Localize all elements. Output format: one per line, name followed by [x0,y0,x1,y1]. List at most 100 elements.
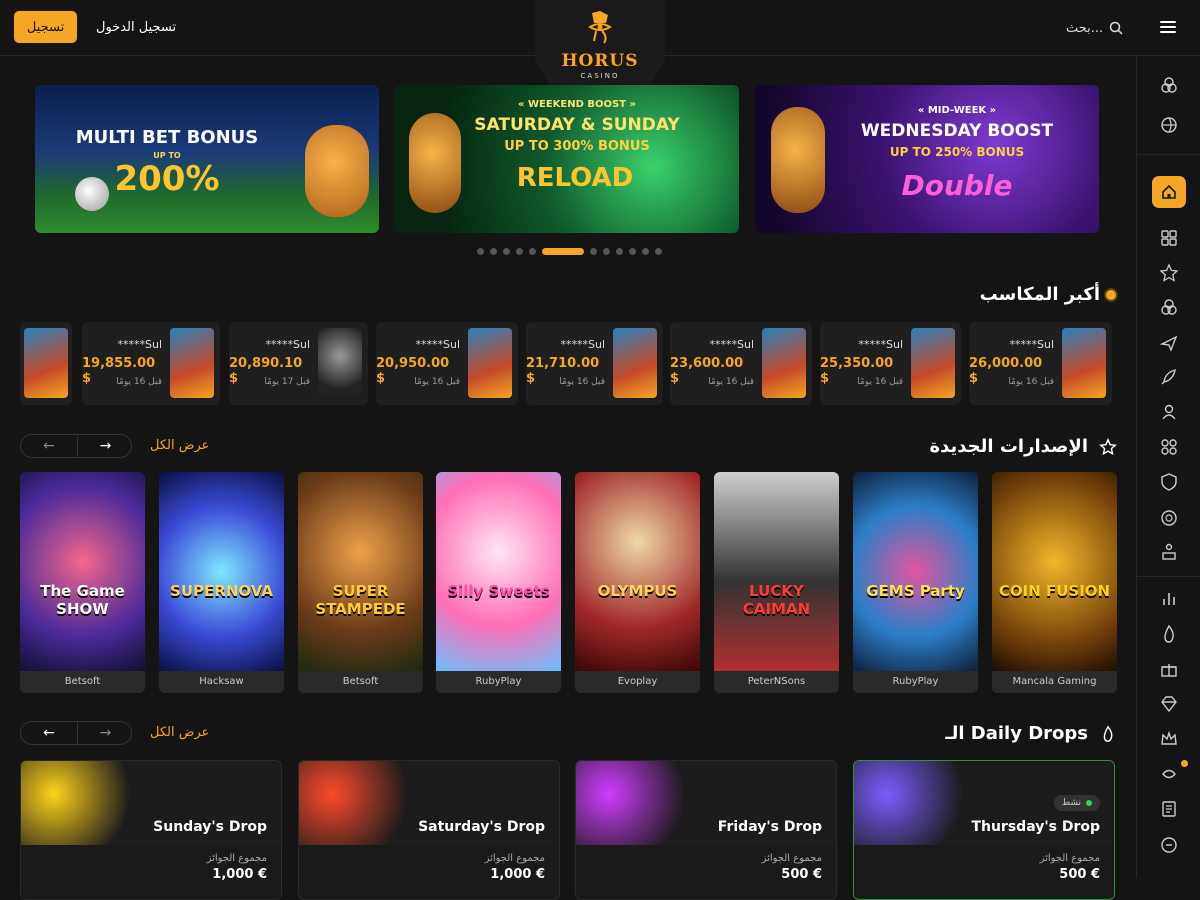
login-button[interactable]: تسجيل الدخول [96,11,176,43]
banner-multi-bet[interactable]: MULTI BET BONUS UP TO 200% [35,85,379,233]
roulette-icon[interactable] [1159,508,1179,528]
banner-headline: WEDNESDAY BOOST [860,121,1054,141]
carousel-dot[interactable] [490,248,497,255]
carousel-dot[interactable] [590,248,597,255]
win-ago: قبل 16 يومًا [1008,377,1054,387]
game-provider: Mancala Gaming [992,671,1117,693]
game-thumbnail [170,328,214,398]
search-icon [1109,21,1123,35]
dealer-icon[interactable] [1159,402,1179,422]
next-arrow-icon[interactable]: → [77,435,133,457]
drop-name: Saturday's Drop [418,819,545,835]
register-button[interactable]: تسجيل [14,11,77,43]
stats-icon[interactable] [1159,589,1179,609]
diamond-icon[interactable] [1159,694,1179,714]
shield-icon[interactable] [1159,472,1179,492]
carousel-dot[interactable] [477,248,484,255]
win-card[interactable]: *****Sul 20,890.10 $ قبل 17 يومًا [229,322,368,405]
promo-icon[interactable] [1159,760,1188,784]
drop-name: Friday's Drop [717,819,822,835]
search-input[interactable]: بحث... [1066,21,1103,36]
win-ago: قبل 16 يومًا [857,377,903,387]
bonus-icon[interactable] [1159,437,1179,457]
search-box[interactable]: بحث... [1066,18,1126,38]
drop-card[interactable]: Saturday's Drop مجموع الجوائز 1,000 € [298,760,560,900]
carousel-dot[interactable] [629,248,636,255]
drop-prize-value: 1,000 € [212,867,267,882]
game-title: OLYMPUS [597,582,678,600]
game-title: SUPER STAMPEDE [315,582,406,618]
daily-drops-arrows: ← → [20,721,132,745]
game-card[interactable]: SUPER STAMPEDE Betsoft [298,472,423,693]
game-card[interactable]: GEMS Party RubyPlay [853,472,978,693]
fire-icon[interactable] [1159,624,1179,644]
drop-prize-label: مجموع الجوائز [206,853,267,864]
carousel-dot[interactable] [616,248,623,255]
plane-icon[interactable] [1159,333,1179,353]
carousel-dot[interactable] [603,248,610,255]
carousel-dot[interactable] [542,248,584,255]
game-card[interactable]: LUCKY CAIMAN PeterNSons [714,472,839,693]
drop-prize-label: مجموع الجوائز [1039,853,1100,864]
win-user: *****Sul [415,338,460,351]
banner-word: Double [901,169,1013,202]
game-thumbnail [613,328,657,398]
drop-card[interactable]: Sunday's Drop مجموع الجوائز 1,000 € [20,760,282,900]
drop-prize-label: مجموع الجوائز [761,853,822,864]
win-card[interactable]: *****Sul 26,000.00 $ قبل 16 يومًا [969,322,1112,405]
next-arrow-icon[interactable]: → [77,722,133,744]
drop-card[interactable]: نشط Thursday's Drop مجموع الجوائز 500 € [853,760,1115,900]
news-icon[interactable] [1159,799,1179,819]
prev-arrow-icon[interactable]: ← [21,435,77,457]
active-dot-icon [1086,800,1092,806]
drop-prize-value: 1,000 € [490,867,545,882]
carousel-dot[interactable] [655,248,662,255]
win-card-partial[interactable] [20,322,72,405]
carousel-dots[interactable] [477,248,662,256]
win-user: *****Sul [117,338,162,351]
view-all-new-releases[interactable]: عرض الكل [150,438,209,453]
casino-chips-icon[interactable] [1159,76,1179,96]
drop-card[interactable]: Friday's Drop مجموع الجوائز 500 € [575,760,837,900]
live-dot-icon [1106,290,1116,300]
menu-icon[interactable] [1160,18,1176,38]
game-card[interactable]: OLYMPUS Evoplay [575,472,700,693]
carousel-dot[interactable] [503,248,510,255]
game-provider: PeterNSons [714,671,839,693]
prev-arrow-icon[interactable]: ← [21,722,77,744]
win-card[interactable]: *****Sul 25,350.00 $ قبل 16 يومًا [820,322,961,405]
carousel-dot[interactable] [642,248,649,255]
game-card[interactable]: The Game SHOW Betsoft [20,472,145,693]
banner-weekend-boost[interactable]: « WEEKEND BOOST » SATURDAY & SUNDAY UP T… [395,85,739,233]
win-card[interactable]: *****Sul 23,600.00 $ قبل 16 يومًا [670,322,812,405]
chat-icon[interactable] [1159,835,1179,855]
win-ago: قبل 16 يومًا [116,377,162,387]
home-button[interactable] [1152,176,1186,208]
win-card[interactable]: *****Sul 19,855.00 $ قبل 16 يومًا [82,322,220,405]
game-card[interactable]: COIN FUSION Mancala Gaming [992,472,1117,693]
view-all-daily-drops[interactable]: عرض الكل [150,725,209,740]
win-card[interactable]: *****Sul 21,710.00 $ قبل 16 يومًا [526,322,663,405]
crown-icon[interactable] [1159,729,1179,749]
game-art [20,472,145,671]
podium-icon[interactable] [1159,542,1179,562]
game-provider: Evoplay [575,671,700,693]
sports-ball-icon[interactable] [1159,115,1179,135]
sidebar [1136,56,1200,878]
win-ago: قبل 16 يومًا [559,377,605,387]
banner-midweek-boost[interactable]: « MID-WEEK » WEDNESDAY BOOST UP TO 250% … [755,85,1099,233]
drop-prize-label: مجموع الجوائز [484,853,545,864]
win-card[interactable]: *****Sul 20,950.00 $ قبل 16 يومًا [376,322,518,405]
carousel-dot[interactable] [516,248,523,255]
gift-icon[interactable] [1159,659,1179,679]
game-provider: Betsoft [20,671,145,693]
star-icon[interactable] [1159,263,1179,283]
carousel-dot[interactable] [529,248,536,255]
rocket-icon[interactable] [1159,367,1179,387]
game-provider: Hacksaw [159,671,284,693]
grid-icon[interactable] [1159,228,1179,248]
game-provider: RubyPlay [436,671,561,693]
chips-icon[interactable] [1159,298,1179,318]
game-card[interactable]: Silly Sweets RubyPlay [436,472,561,693]
game-card[interactable]: SUPERNOVA Hacksaw [159,472,284,693]
